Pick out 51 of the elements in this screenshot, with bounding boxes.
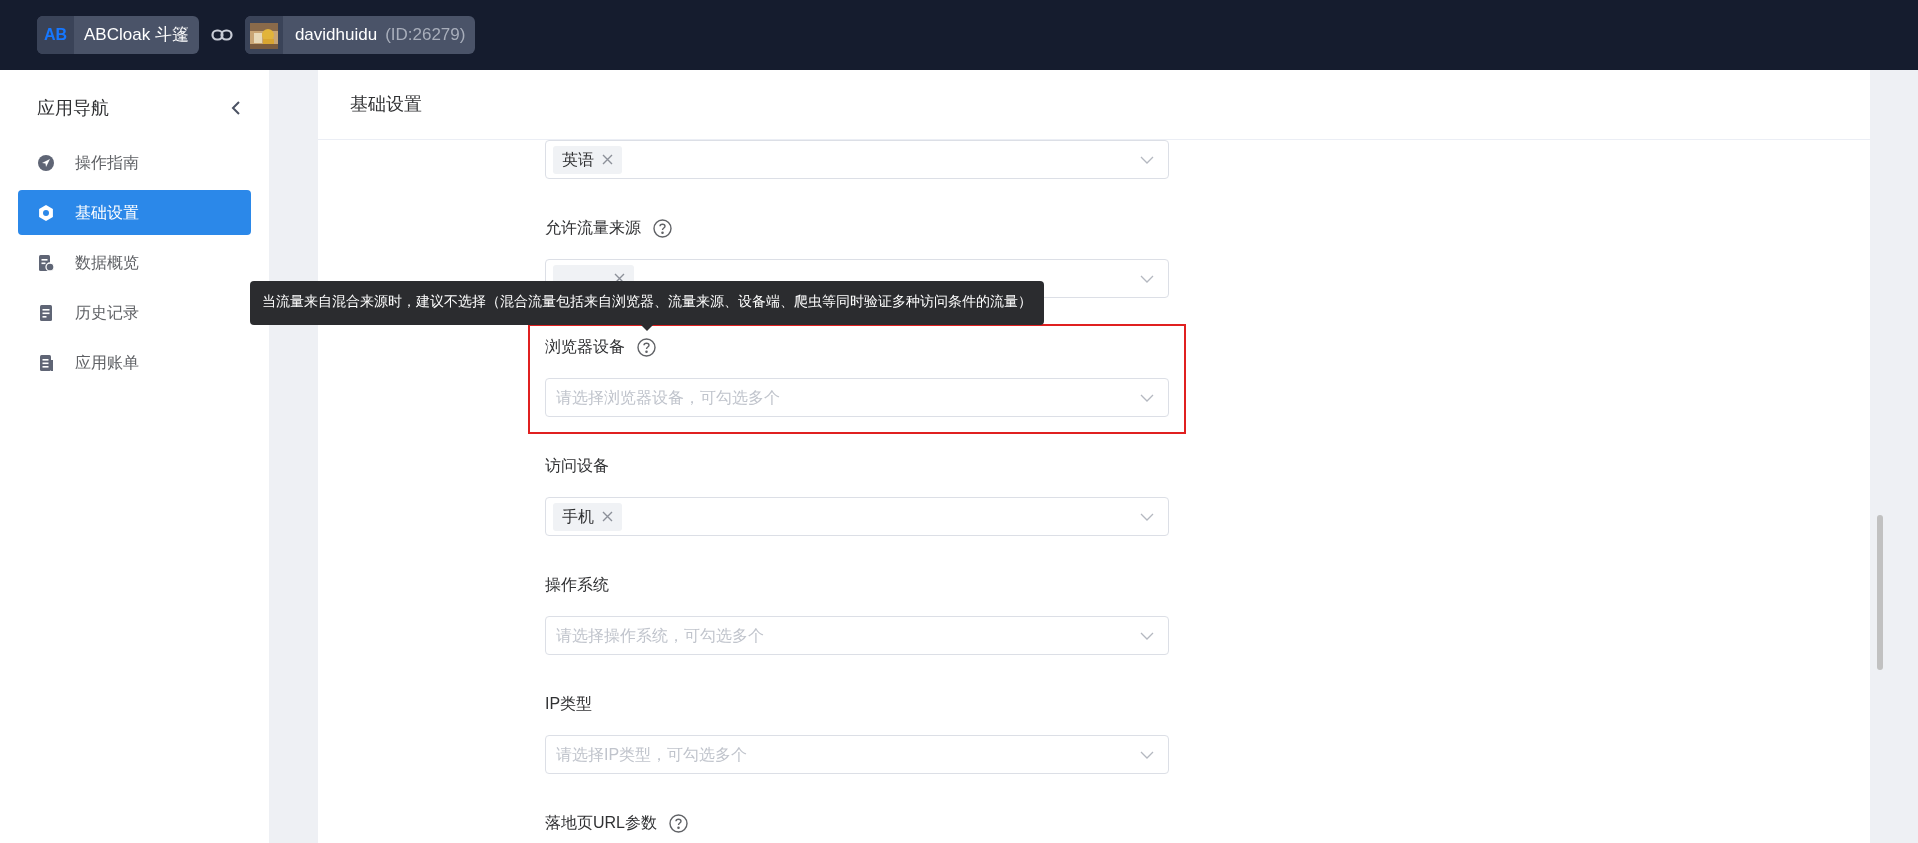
settings-icon <box>37 203 55 222</box>
chevron-down-icon <box>1140 750 1154 759</box>
select-field[interactable]: 英语 <box>545 140 1169 179</box>
help-icon[interactable] <box>669 813 688 833</box>
select-input[interactable]: 请选择操作系统，可勾选多个 <box>553 623 1134 648</box>
tag-text: 手机 <box>562 506 594 527</box>
app-logo: AB <box>37 16 74 54</box>
select-input[interactable]: 请选择浏览器设备，可勾选多个 <box>553 385 1134 410</box>
field-label: 允许流量来源 <box>545 218 641 238</box>
chevron-down-icon <box>1140 155 1154 164</box>
remove-icon[interactable] <box>614 273 625 284</box>
card-title: 基础设置 <box>350 93 422 116</box>
field-label: 操作系统 <box>545 575 609 595</box>
field-label: 访问设备 <box>545 456 609 476</box>
account-id: (ID:26279) <box>384 24 467 47</box>
sidebar-item[interactable]: 历史记录 <box>18 290 251 335</box>
link-icon <box>210 29 233 41</box>
scrollbar-thumb[interactable] <box>1877 515 1883 670</box>
select-input[interactable]: 请选择IP类型，可勾选多个 <box>553 742 1134 767</box>
chevron-down-icon <box>1140 393 1154 402</box>
chevron-down-icon <box>1140 512 1154 521</box>
app-chip[interactable]: AB ABCloak 斗篷 <box>37 16 199 54</box>
field-label: 浏览器设备 <box>545 337 625 357</box>
collapse-icon[interactable] <box>231 100 241 116</box>
help-icon[interactable] <box>653 218 672 238</box>
select-field[interactable]: 手机 <box>545 497 1169 536</box>
selection-tag[interactable]: 手机 <box>553 502 622 531</box>
bill-icon <box>37 353 55 372</box>
account-chip[interactable]: davidhuidu (ID:26279) <box>244 16 476 54</box>
tooltip-arrow <box>640 324 653 331</box>
sidebar-item[interactable]: 基础设置 <box>18 190 251 235</box>
sidebar-title: 应用导航 <box>37 96 109 120</box>
tooltip: 当流量来自混合来源时，建议不选择（混合流量包括来自浏览器、流量来源、设备端、爬虫等同时验证多种访问条件的流量） <box>249 280 1044 325</box>
report-icon <box>37 253 55 272</box>
sidebar-item[interactable]: 操作指南 <box>18 140 251 185</box>
sidebar-item[interactable]: 数据概览 <box>18 240 251 285</box>
tag-text: 英语 <box>562 149 594 170</box>
sidebar-item[interactable]: 应用账单 <box>18 340 251 385</box>
help-icon[interactable] <box>637 337 656 357</box>
field-label: IP类型 <box>545 694 593 714</box>
field-label: 落地页URL参数 <box>545 813 657 833</box>
chevron-down-icon <box>1140 274 1154 283</box>
select-field[interactable]: 请选择操作系统，可勾选多个 <box>545 616 1169 655</box>
chevron-down-icon <box>1140 631 1154 640</box>
compass-icon <box>37 153 55 172</box>
select-field[interactable]: 请选择浏览器设备，可勾选多个 <box>545 378 1169 417</box>
selection-tag[interactable]: 英语 <box>553 145 622 174</box>
document-icon <box>37 303 55 322</box>
select-field[interactable]: 请选择IP类型，可勾选多个 <box>545 735 1169 774</box>
app-name: ABCloak 斗篷 <box>83 24 190 47</box>
account-name: davidhuidu <box>293 24 378 47</box>
